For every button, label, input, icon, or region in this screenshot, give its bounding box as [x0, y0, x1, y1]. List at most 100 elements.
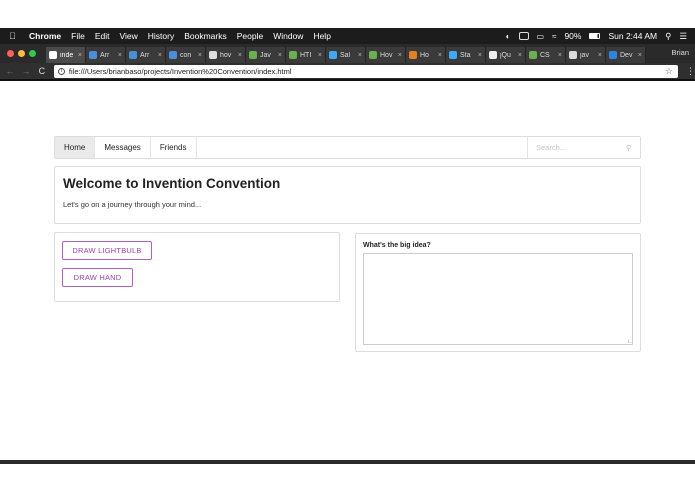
tab-close-icon[interactable]: ×	[638, 52, 642, 59]
tab-close-icon[interactable]: ×	[78, 52, 82, 59]
tab-favicon-icon	[369, 51, 377, 59]
keyboard-icon[interactable]	[518, 32, 529, 40]
tab-label: Hov	[380, 51, 393, 59]
nav-messages[interactable]: Messages	[95, 137, 151, 158]
back-icon[interactable]: ←	[4, 66, 16, 76]
browser-tab[interactable]: con ×	[166, 47, 206, 63]
tab-favicon-icon	[449, 51, 457, 59]
info-icon[interactable]: i	[57, 67, 65, 75]
apple-icon[interactable]: 	[9, 31, 23, 41]
menu-help[interactable]: Help	[313, 31, 330, 41]
browser-tab[interactable]: Jav ×	[246, 47, 286, 63]
window-bottom-edge	[0, 460, 695, 464]
tab-close-icon[interactable]: ×	[118, 52, 122, 59]
tab-favicon-icon	[129, 51, 137, 59]
browser-tab[interactable]: hov ×	[206, 47, 246, 63]
idea-textarea[interactable]	[363, 253, 633, 345]
browser-tab[interactable]: inde ×	[46, 47, 86, 63]
tab-close-icon[interactable]: ×	[518, 52, 522, 59]
tab-close-icon[interactable]: ×	[238, 52, 242, 59]
search-input[interactable]	[536, 143, 622, 152]
browser-tab[interactable]: Dev ×	[606, 47, 646, 63]
profile-name[interactable]: Brian	[671, 48, 689, 57]
minimize-window-button[interactable]	[18, 50, 25, 57]
maximize-window-button[interactable]	[29, 50, 36, 57]
spotlight-icon[interactable]: ⚲	[665, 31, 671, 42]
tab-label: Dev	[620, 51, 633, 59]
tab-favicon-icon	[49, 51, 57, 59]
menu-file[interactable]: File	[71, 31, 85, 41]
tab-close-icon[interactable]: ×	[158, 52, 162, 59]
bookmark-star-icon[interactable]: ☆	[665, 66, 673, 77]
idea-label: What's the big idea?	[363, 242, 431, 249]
tab-label: con	[180, 51, 192, 59]
airplay-icon[interactable]: ▭	[537, 32, 545, 41]
close-window-button[interactable]	[7, 50, 14, 57]
reload-icon[interactable]: C	[36, 66, 48, 76]
clock[interactable]: Sun 2:44 AM	[608, 31, 657, 41]
tab-close-icon[interactable]: ×	[478, 52, 482, 59]
browser-tab[interactable]: Sal ×	[326, 47, 366, 63]
tab-label: CS	[540, 51, 550, 59]
menu-edit[interactable]: Edit	[95, 31, 110, 41]
tab-label: hov	[220, 51, 232, 59]
tab-label: Arr	[100, 51, 110, 59]
tab-favicon-icon	[529, 51, 537, 59]
sync-icon[interactable]: ◐	[506, 32, 511, 41]
browser-tab[interactable]: jQu ×	[486, 47, 526, 63]
chrome-menu-icon[interactable]: ⋮	[686, 66, 695, 77]
browser-tab[interactable]: Arr ×	[86, 47, 126, 63]
mac-menubar:  Chrome File Edit View History Bookmark…	[0, 28, 695, 44]
tab-close-icon[interactable]: ×	[198, 52, 202, 59]
tab-favicon-icon	[569, 51, 577, 59]
app-name[interactable]: Chrome	[29, 31, 61, 41]
browser-tab[interactable]: jav ×	[566, 47, 606, 63]
wifi-icon[interactable]: ≈	[552, 32, 556, 41]
page-subtitle: Let's go on a journey through your mind.…	[63, 200, 202, 209]
site-navbar: Home Messages Friends ⚲	[54, 136, 641, 159]
address-bar[interactable]: i file:///Users/brianbaso/projects/Inven…	[53, 64, 679, 78]
menu-view[interactable]: View	[119, 31, 137, 41]
tab-label: inde	[60, 51, 74, 59]
menu-history[interactable]: History	[148, 31, 174, 41]
draw-lightbulb-button[interactable]: DRAW LIGHTBULB	[62, 241, 152, 260]
tab-favicon-icon	[209, 51, 217, 59]
nav-home[interactable]: Home	[55, 137, 96, 158]
browser-tab[interactable]: Hov ×	[366, 47, 406, 63]
tab-favicon-icon	[89, 51, 97, 59]
draw-hand-button[interactable]: DRAW HAND	[62, 268, 133, 287]
browser-tab[interactable]: Arr ×	[126, 47, 166, 63]
tab-close-icon[interactable]: ×	[278, 52, 282, 59]
tab-close-icon[interactable]: ×	[318, 52, 322, 59]
page-title: Welcome to Invention Convention	[63, 176, 281, 191]
tab-label: Ho	[420, 51, 429, 59]
tab-close-icon[interactable]: ×	[438, 52, 442, 59]
nav-friends[interactable]: Friends	[151, 137, 197, 158]
tab-close-icon[interactable]: ×	[558, 52, 562, 59]
menu-bookmarks[interactable]: Bookmarks	[184, 31, 227, 41]
battery-icon[interactable]	[589, 33, 601, 39]
draw-panel: DRAW LIGHTBULB DRAW HAND	[54, 232, 340, 302]
notification-center-icon[interactable]: ☰	[679, 31, 687, 42]
tab-label: jQu	[500, 51, 511, 59]
search-icon[interactable]: ⚲	[626, 144, 631, 152]
tab-close-icon[interactable]: ×	[598, 52, 602, 59]
tab-label: Arr	[140, 51, 150, 59]
resize-handle-icon[interactable]: ∟	[627, 339, 633, 345]
menu-people[interactable]: People	[237, 31, 263, 41]
browser-tab[interactable]: HTI ×	[286, 47, 326, 63]
window-controls	[7, 50, 36, 57]
browser-tab[interactable]: Sta ×	[446, 47, 486, 63]
menu-window[interactable]: Window	[273, 31, 303, 41]
browser-tab[interactable]: CS ×	[526, 47, 566, 63]
tab-close-icon[interactable]: ×	[358, 52, 362, 59]
tab-favicon-icon	[249, 51, 257, 59]
forward-icon[interactable]: →	[20, 66, 32, 76]
url-text[interactable]: file:///Users/brianbaso/projects/Inventi…	[69, 67, 292, 76]
tab-favicon-icon	[169, 51, 177, 59]
idea-panel: What's the big idea? ∟	[355, 233, 641, 352]
battery-percent[interactable]: 90%	[564, 31, 581, 41]
browser-tab[interactable]: Ho ×	[406, 47, 446, 63]
tab-close-icon[interactable]: ×	[398, 52, 402, 59]
search-box: ⚲	[527, 137, 640, 158]
